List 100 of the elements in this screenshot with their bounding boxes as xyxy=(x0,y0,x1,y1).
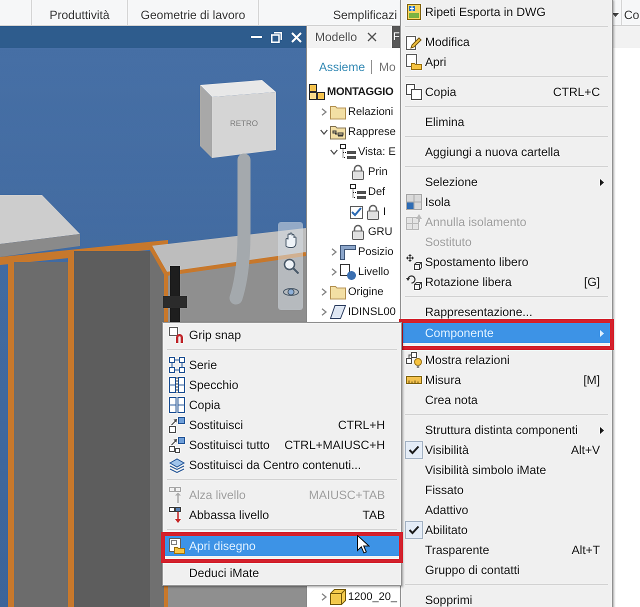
tree-item[interactable]: Rapprese xyxy=(307,122,400,142)
menu-item[interactable]: Visibilità simbolo iMate xyxy=(403,460,610,480)
menu-item[interactable]: Apri xyxy=(403,52,610,72)
menu-item[interactable]: Mostra relazioni xyxy=(403,350,610,370)
ribbon-panel-title: Semplificazi xyxy=(333,8,398,22)
menu-item[interactable]: Modifica xyxy=(403,32,610,52)
checkbox[interactable] xyxy=(350,206,363,218)
model-label: RETRO xyxy=(230,119,258,128)
shortcut-text: Alt+T xyxy=(572,543,600,557)
shortcut-text: TAB xyxy=(362,508,385,522)
chevron-icon[interactable] xyxy=(320,128,328,136)
ribbon-panel-title: Co xyxy=(624,8,640,22)
menu-item[interactable]: Visibilità Alt+V xyxy=(403,440,610,460)
edit-icon xyxy=(406,34,422,50)
tree-item[interactable]: IDINSL00 xyxy=(307,302,400,322)
tree-item[interactable]: Origine xyxy=(307,282,400,302)
menu-item[interactable]: Copia xyxy=(165,395,399,415)
shortcut-text: CTRL+MAIUSC+H xyxy=(284,438,385,452)
menu-item[interactable]: Deduci iMate xyxy=(165,563,399,583)
tree-item[interactable]: Def xyxy=(307,182,400,202)
tree-item[interactable]: Livello xyxy=(307,262,400,282)
magnet-icon xyxy=(169,327,185,343)
menu-item[interactable]: Rappresentazione... xyxy=(403,302,610,322)
chevron-icon[interactable] xyxy=(330,248,338,256)
chevron-icon[interactable] xyxy=(320,308,328,316)
menu-item[interactable]: Sostituisci CTRL+H xyxy=(165,415,399,435)
tree-item[interactable]: I xyxy=(307,202,400,222)
close-icon[interactable] xyxy=(367,32,378,42)
sheet-icon xyxy=(330,304,346,320)
menu-item[interactable]: Fissato xyxy=(403,480,610,500)
lock-icon xyxy=(350,224,366,240)
menu-item[interactable]: Grip snap xyxy=(165,325,399,345)
tree-item[interactable]: Vista: E xyxy=(307,142,400,162)
zoom-icon[interactable] xyxy=(282,258,298,274)
grid-icon xyxy=(406,194,422,210)
mode-tab[interactable]: Mo xyxy=(371,60,396,74)
ribbon-panel-title: Geometrie di lavoro xyxy=(140,8,246,22)
chevron-icon[interactable] xyxy=(320,108,328,116)
menu-item[interactable]: Rotazione libera [G] xyxy=(403,272,610,292)
submenu-arrow-icon xyxy=(600,178,604,186)
folder-document-icon xyxy=(406,54,422,70)
lock-icon xyxy=(365,204,381,220)
menu-item[interactable]: Sopprimi xyxy=(403,590,610,607)
move-icon xyxy=(406,254,422,270)
replace-icon xyxy=(169,417,185,433)
square-grid-icon xyxy=(169,357,185,373)
tree-item[interactable]: Relazioni xyxy=(307,102,400,122)
submenu-arrow-icon xyxy=(600,330,604,336)
menu-item[interactable]: Spostamento libero xyxy=(403,252,610,272)
menu-item[interactable]: Misura [M] xyxy=(403,370,610,390)
mirror-icon xyxy=(169,377,185,393)
copy-icon xyxy=(406,84,422,100)
tree-item[interactable]: 1200_20_ xyxy=(307,587,400,607)
menu-item[interactable]: Adattivo xyxy=(403,500,610,520)
menu-item[interactable]: Struttura distinta componenti xyxy=(403,420,610,440)
menu-item[interactable]: Sostituisci tutto CTRL+MAIUSC+H xyxy=(165,435,399,455)
document-icon xyxy=(406,4,422,20)
hierarchy-icon xyxy=(350,184,366,200)
menu-item[interactable]: Trasparente Alt+T xyxy=(403,540,610,560)
folder-icon xyxy=(330,284,346,300)
menu-item[interactable]: Isola xyxy=(403,192,610,212)
menu-item[interactable]: Serie xyxy=(165,355,399,375)
tree-item[interactable]: MONTAGGIO xyxy=(307,82,400,102)
tree-item[interactable]: GRU xyxy=(307,222,400,242)
menu-item[interactable]: Abbassa livello TAB xyxy=(165,505,399,525)
angle-bar-icon xyxy=(340,244,356,260)
menu-item[interactable]: Copia CTRL+C xyxy=(403,82,610,102)
menu-item[interactable]: Selezione xyxy=(403,172,610,192)
folder-icon xyxy=(330,104,346,120)
shortcut-text: CTRL+C xyxy=(552,85,600,99)
tree-item[interactable]: Prin xyxy=(307,162,400,182)
chevron-icon[interactable] xyxy=(330,268,338,276)
cursor-icon xyxy=(357,535,370,554)
square-circle-icon xyxy=(340,264,356,280)
tree-item[interactable]: Posizio xyxy=(307,242,400,262)
chevron-icon[interactable] xyxy=(330,148,338,156)
shortcut-text: CTRL+H xyxy=(338,418,385,432)
grid-arrow-icon xyxy=(406,214,422,230)
chevron-icon[interactable] xyxy=(320,593,328,601)
caret-icon[interactable] xyxy=(612,13,619,17)
restore-icon[interactable] xyxy=(271,32,282,42)
menu-item[interactable]: Ripeti Esporta in DWG xyxy=(403,2,610,22)
ribbon-panel-title: Produttività xyxy=(49,8,110,22)
shortcut-text: [G] xyxy=(584,275,600,289)
rotate-icon xyxy=(406,274,422,290)
chevron-icon[interactable] xyxy=(320,288,328,296)
menu-item[interactable]: Abilitato xyxy=(403,520,610,540)
menu-item[interactable]: Aggiungi a nuova cartella xyxy=(403,142,610,162)
menu-item[interactable]: Crea nota xyxy=(403,390,610,410)
lock-icon xyxy=(350,164,366,180)
nodes-bulb-icon xyxy=(406,352,422,368)
copy-icon xyxy=(169,397,185,413)
menu-item[interactable]: Specchio xyxy=(165,375,399,395)
hierarchy-icon xyxy=(340,144,356,160)
menu-item[interactable]: Sostituisci da Centro contenuti... xyxy=(165,455,399,475)
menu-item[interactable]: Gruppo di contatti xyxy=(403,560,610,580)
menu-item[interactable]: Elimina xyxy=(403,112,610,132)
mode-tab[interactable]: Assieme xyxy=(319,60,366,74)
cube-icon xyxy=(330,589,346,605)
folder-document-icon xyxy=(169,538,185,554)
